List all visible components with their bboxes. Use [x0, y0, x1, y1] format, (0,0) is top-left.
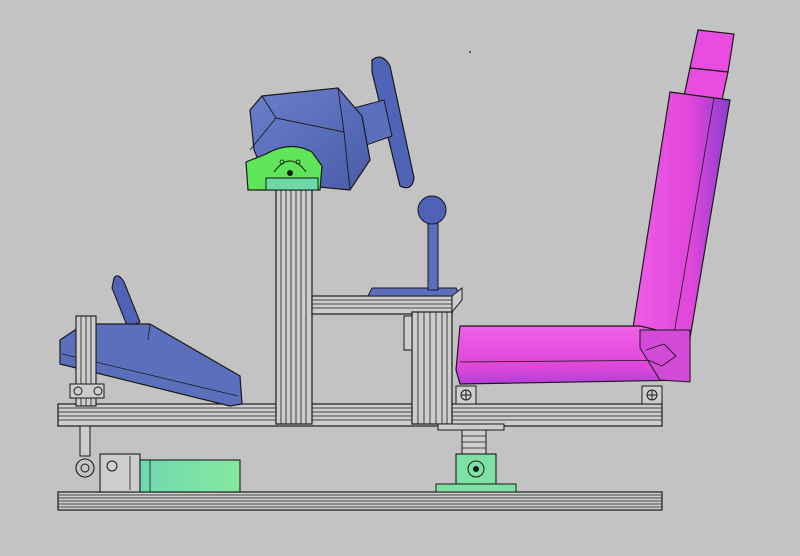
actuator-rod-end — [69, 383, 105, 478]
seat-backrest — [631, 91, 731, 351]
seat-cushion — [455, 325, 691, 385]
reference-dot — [469, 51, 471, 53]
seat-mount-left — [455, 385, 477, 405]
linear-actuator-left — [99, 453, 241, 493]
shifter-knob — [417, 195, 447, 225]
pedal-arm — [111, 275, 141, 329]
cad-drawing-viewport — [0, 0, 800, 556]
seat-headrest — [683, 29, 735, 101]
cross-member — [311, 295, 453, 315]
seat-mount-right — [641, 385, 663, 405]
base-rail — [57, 491, 663, 511]
shifter-post — [411, 311, 453, 425]
cad-drawing — [57, 29, 735, 511]
actuator-center-clevis — [435, 453, 517, 493]
upper-frame-rail — [57, 403, 663, 427]
linear-actuator-center — [437, 423, 505, 455]
shifter-stick — [427, 219, 439, 291]
steering-column-post — [275, 185, 313, 425]
